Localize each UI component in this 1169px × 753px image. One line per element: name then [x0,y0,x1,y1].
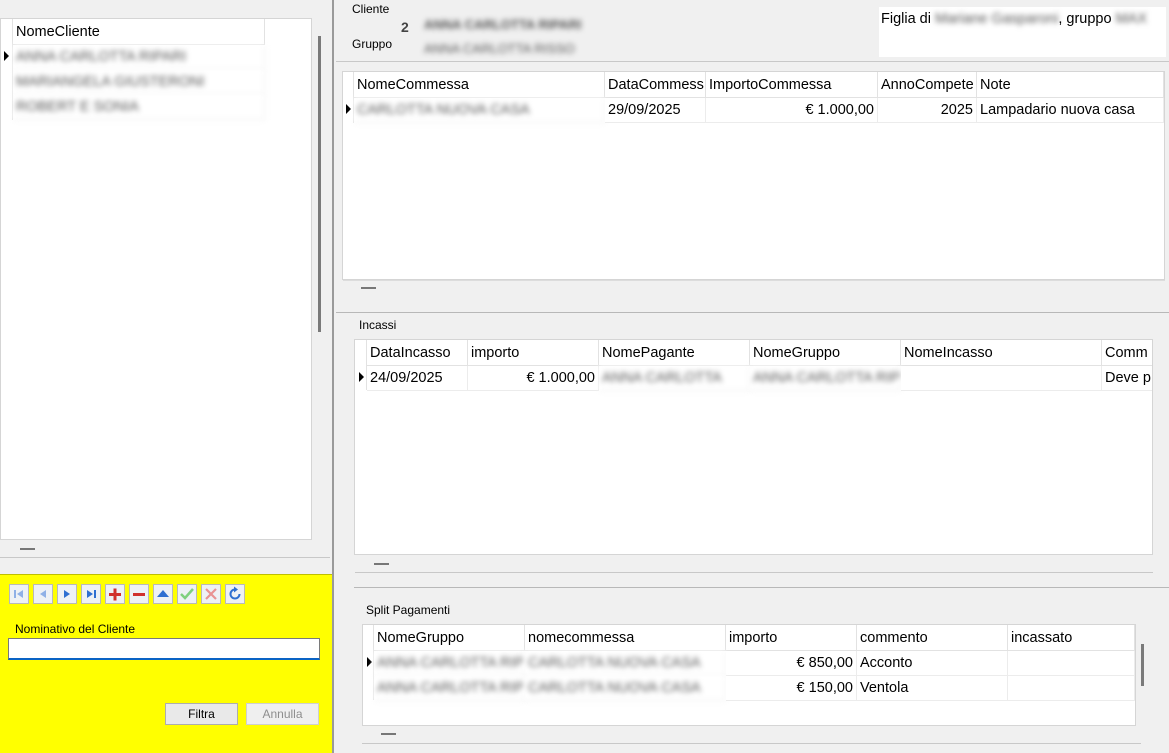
incasso-data-cell[interactable]: 24/09/2025 [367,366,468,391]
current-row-indicator [346,104,351,114]
clients-header[interactable]: NomeCliente [13,19,265,45]
collapse-handle-icon[interactable] [374,563,389,565]
prev-icon [40,590,46,598]
filter-button[interactable]: Filtra [165,703,238,725]
incasso-pagante-cell[interactable]: ANNA CARLOTTA [599,366,750,391]
up-icon [157,590,169,597]
col-nome-gruppo[interactable]: NomeGruppo [750,340,901,366]
move-up-button[interactable] [153,584,173,604]
col-note[interactable]: Note [977,72,1164,98]
col-importo-commessa[interactable]: ImportoCommessa [706,72,878,98]
commessa-anno-cell[interactable]: 2025 [878,98,977,123]
last-icon [87,590,96,598]
col-importo[interactable]: importo [726,625,857,651]
cancel-edit-button[interactable] [201,584,221,604]
commessa-data-cell[interactable]: 29/09/2025 [605,98,706,123]
cliente-label: Cliente [352,2,390,16]
split-commessa-cell[interactable]: CARLOTTA NUOVA CASA [525,676,726,701]
incassi-rowheader [355,340,367,390]
collapse-handle-icon[interactable] [361,287,376,289]
add-record-button[interactable] [105,584,125,604]
incassi-title: Incassi [359,318,397,332]
split-incassato-cell[interactable] [1008,676,1135,701]
delete-record-button[interactable] [129,584,149,604]
split-title: Split Pagamenti [366,603,451,617]
confirm-icon [180,588,194,600]
current-row-indicator [367,657,372,667]
delete-icon [133,593,145,596]
next-icon [64,590,70,598]
client-name-value: ANNA CARLOTTA RIPARI [424,17,582,32]
refresh-icon [229,586,241,600]
incasso-commento-cell[interactable]: Deve p [1102,366,1152,391]
commessa-importo-cell[interactable]: € 1.000,00 [706,98,878,123]
vertical-splitter[interactable] [332,0,334,753]
first-icon [14,590,23,598]
current-row-indicator [4,51,9,61]
prev-record-button[interactable] [33,584,53,604]
current-row-indicator [359,372,364,382]
note-group: MAX [1115,11,1147,27]
next-record-button[interactable] [57,584,77,604]
horizontal-splitter[interactable] [336,312,1169,313]
collapse-handle-icon[interactable] [20,548,35,550]
col-nome-commessa[interactable]: nomecommessa [525,625,726,651]
split-commento-cell[interactable]: Acconto [857,651,1008,676]
clients-scrollbar[interactable] [318,36,321,332]
split-incassato-cell[interactable] [1008,651,1135,676]
horizontal-splitter[interactable] [354,587,1169,588]
note-person: Mariane Gasparoni [935,11,1059,27]
filter-label: Nominativo del Cliente [15,622,136,636]
col-commento[interactable]: Comm [1102,340,1152,366]
clients-rowheader [1,19,13,120]
client-row[interactable]: ROBERT E SONIA [13,95,265,120]
split-importo-cell[interactable]: € 850,00 [726,651,857,676]
col-importo[interactable]: importo [468,340,599,366]
incasso-nome-cell[interactable] [901,366,1102,391]
client-row[interactable]: ANNA CARLOTTA RIPARI [13,45,265,70]
add-icon [109,588,121,601]
col-anno-competenza[interactable]: AnnoCompete [878,72,977,98]
client-note-box: Figlia di Mariane Gasparoni, gruppo MAX [879,7,1166,57]
split-importo-cell[interactable]: € 150,00 [726,676,857,701]
note-middle: , gruppo [1058,11,1112,27]
split-gruppo-cell[interactable]: ANNA CARLOTTA RIPI [374,676,525,701]
commessa-note-cell[interactable]: Lampadario nuova casa [977,98,1164,123]
first-record-button[interactable] [9,584,29,604]
split-footer [362,726,1141,744]
split-commento-cell[interactable]: Ventola [857,676,1008,701]
group-name-value: ANNA CARLOTTA RISSO [424,41,575,56]
commesse-footer [343,280,1165,298]
refresh-button[interactable] [225,584,245,604]
col-nome-gruppo[interactable]: NomeGruppo [374,625,525,651]
col-nome-commessa[interactable]: NomeCommessa [354,72,605,98]
cancel-filter-button[interactable]: Annulla [246,703,319,725]
col-data-commessa[interactable]: DataCommess [605,72,706,98]
split-commessa-cell[interactable]: CARLOTTA NUOVA CASA [525,651,726,676]
collapse-handle-icon[interactable] [381,733,396,735]
col-incassato[interactable]: incassato [1008,625,1135,651]
commessa-nome-cell[interactable]: CARLOTTA NUOVA CASA [354,98,605,123]
col-commento[interactable]: commento [857,625,1008,651]
col-nome-incasso[interactable]: NomeIncasso [901,340,1102,366]
note-prefix: Figlia di [881,11,931,27]
confirm-button[interactable] [177,584,197,604]
client-row[interactable]: MARIANGELA GIUSTERONI [13,70,265,95]
split-gruppo-cell[interactable]: ANNA CARLOTTA RIPI [374,651,525,676]
clients-footer [0,540,330,558]
incasso-importo-cell[interactable]: € 1.000,00 [468,366,599,391]
col-data-incasso[interactable]: DataIncasso [367,340,468,366]
col-nome-pagante[interactable]: NomePagante [599,340,750,366]
commesse-rowheader [343,72,354,123]
client-name-filter-input[interactable] [8,638,320,660]
split-scrollbar[interactable] [1141,644,1144,686]
last-record-button[interactable] [81,584,101,604]
incasso-gruppo-cell[interactable]: ANNA CARLOTTA RIPI [750,366,901,391]
gruppo-label: Gruppo [352,37,393,51]
cancel-icon [205,588,217,600]
group-number: 2 [401,19,409,35]
incassi-footer [355,555,1153,573]
